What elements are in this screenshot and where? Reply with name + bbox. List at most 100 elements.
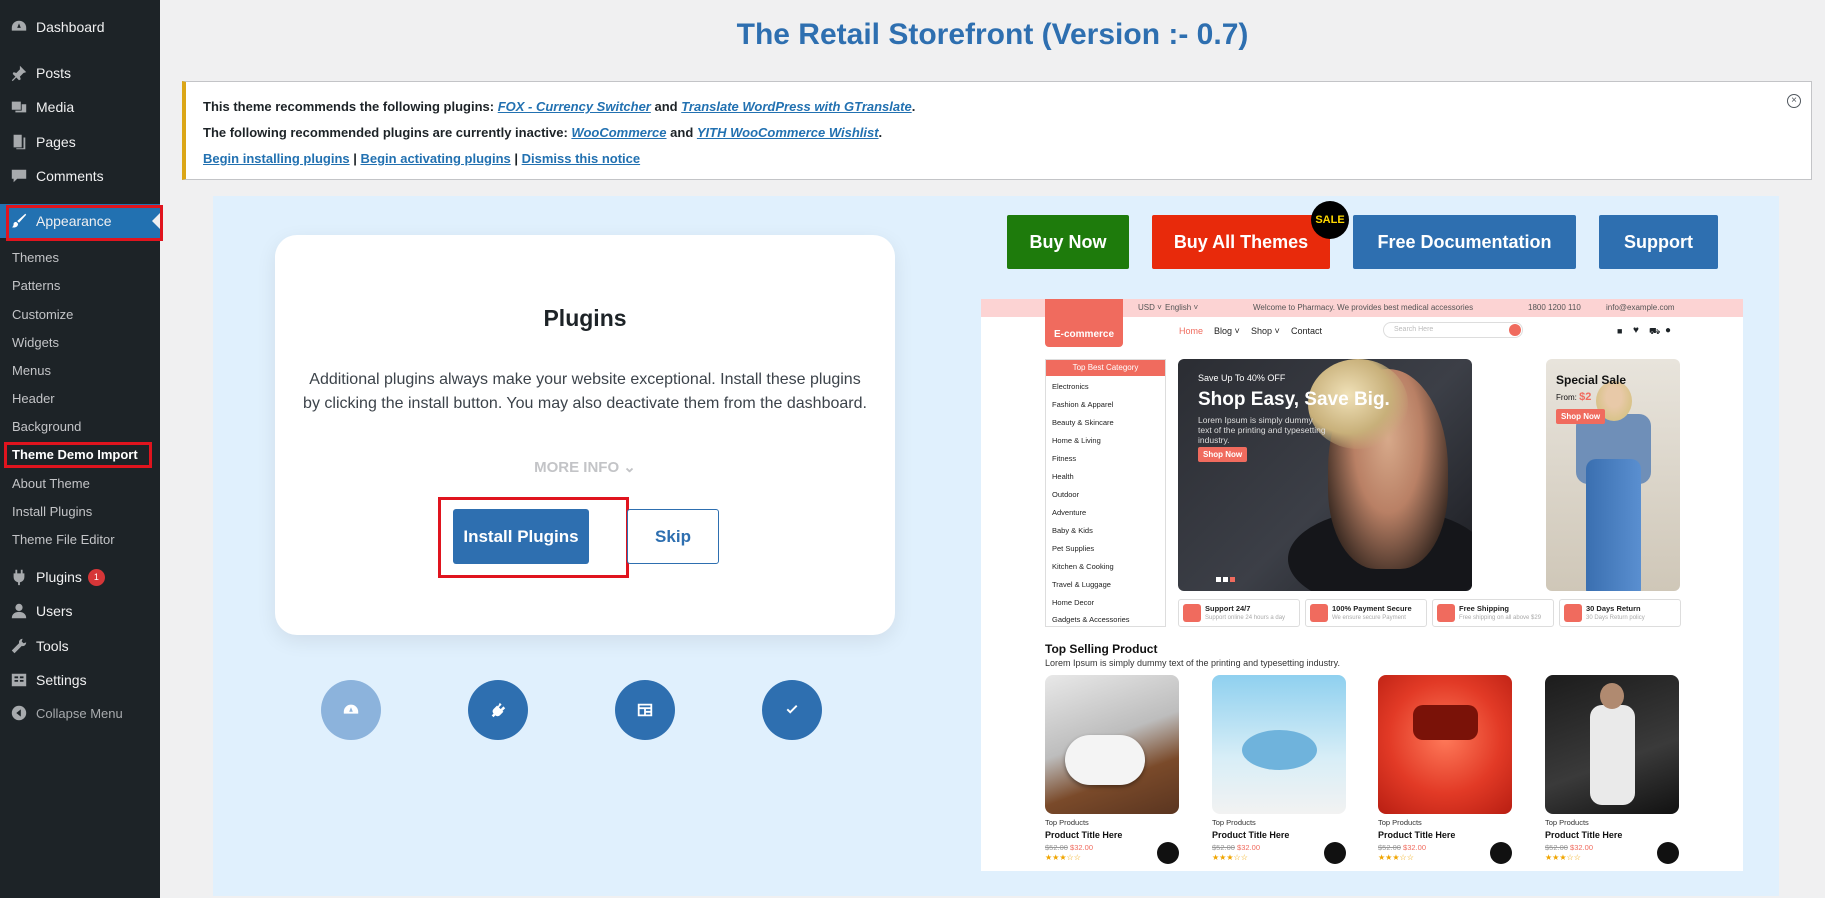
- free-documentation-button[interactable]: Free Documentation: [1353, 215, 1576, 269]
- preview-feature-subtitle: Support online 24 hours a day: [1205, 615, 1286, 621]
- step-done[interactable]: [762, 680, 822, 740]
- plugins-card: Plugins Additional plugins always make y…: [275, 235, 895, 635]
- preview-feature: 30 Days Return 30 Days Return policy: [1559, 599, 1681, 627]
- pages-icon: [9, 132, 29, 152]
- theme-preview: USD ˅ English ˅ Welcome to Pharmacy. We …: [981, 299, 1743, 871]
- menu-label: Posts: [36, 65, 72, 81]
- support-button[interactable]: Support: [1599, 215, 1718, 269]
- submenu-widgets[interactable]: Widgets: [12, 333, 59, 353]
- yith-wishlist-link[interactable]: YITH WooCommerce Wishlist: [697, 125, 879, 140]
- pin-icon: [9, 63, 29, 83]
- notice-text: .: [878, 125, 883, 140]
- preview-product-old-price: $52.00: [1212, 843, 1235, 852]
- card-title: Plugins: [543, 305, 627, 331]
- separator: |: [349, 151, 361, 166]
- preview-product-category: Top Products: [1545, 818, 1589, 827]
- preview-feature: Support 24/7 Support online 24 hours a da…: [1178, 599, 1300, 627]
- preview-category: Kitchen & Cooking: [1052, 562, 1114, 571]
- preview-hero-banner: Save Up To 40% OFF Shop Easy, Save Big. …: [1178, 359, 1472, 591]
- notice-text: This theme recommends the following plug…: [203, 99, 498, 114]
- submenu-header[interactable]: Header: [12, 389, 55, 409]
- preview-product-title: Product Title Here: [1212, 830, 1290, 840]
- preview-feature-subtitle: We ensure secure Payment: [1332, 615, 1406, 621]
- preview-nav-home: Home: [1179, 326, 1204, 336]
- step-widgets[interactable]: [615, 680, 675, 740]
- menu-settings[interactable]: Settings: [0, 663, 160, 697]
- menu-media[interactable]: Media: [0, 90, 160, 124]
- preview-product-category: Top Products: [1045, 818, 1089, 827]
- menu-posts[interactable]: Posts: [0, 56, 160, 90]
- preview-category: Home & Living: [1052, 436, 1101, 445]
- menu-dashboard[interactable]: Dashboard: [0, 10, 160, 44]
- buy-now-button[interactable]: Buy Now: [1007, 215, 1129, 269]
- submenu-patterns[interactable]: Patterns: [12, 276, 60, 296]
- menu-tools[interactable]: Tools: [0, 629, 160, 663]
- buy-all-themes-button[interactable]: Buy All Themes: [1152, 215, 1330, 269]
- fox-currency-link[interactable]: FOX - Currency Switcher: [498, 99, 651, 114]
- submenu-theme-file-editor[interactable]: Theme File Editor: [12, 530, 115, 550]
- menu-label: Pages: [36, 134, 76, 150]
- card-description: Additional plugins always make your webs…: [303, 371, 867, 412]
- notice-actions: Begin installing plugins | Begin activat…: [203, 151, 640, 166]
- highlight-theme-demo-import: [4, 442, 152, 468]
- preview-product-card: Top Products Product Title Here $52.00 $…: [1212, 675, 1346, 864]
- preview-language: English ˅: [1165, 303, 1199, 312]
- preview-product-new-price: $32.00: [1403, 843, 1426, 852]
- menu-plugins[interactable]: Plugins 1: [0, 560, 160, 594]
- preview-feature-title: Free Shipping: [1459, 604, 1510, 613]
- dismiss-notice-link[interactable]: Dismiss this notice: [522, 151, 640, 166]
- menu-users[interactable]: Users: [0, 594, 160, 628]
- submenu-themes[interactable]: Themes: [12, 248, 59, 268]
- step-plugins[interactable]: [468, 680, 528, 740]
- preview-product-title: Product Title Here: [1045, 830, 1123, 840]
- begin-activating-link[interactable]: Begin activating plugins: [361, 151, 511, 166]
- plug-icon: [489, 701, 507, 719]
- cart-icon: [1657, 842, 1679, 864]
- comment-icon: [9, 166, 29, 186]
- menu-label: Media: [36, 99, 75, 115]
- collapse-icon: [9, 703, 29, 723]
- preview-special-shop-button: Shop Now: [1556, 409, 1606, 424]
- notice-line-recommended: This theme recommends the following plug…: [203, 99, 915, 114]
- submenu-customize[interactable]: Customize: [12, 305, 73, 325]
- preview-top-selling-title: Top Selling Product: [1045, 642, 1158, 656]
- submenu-background[interactable]: Background: [12, 417, 81, 437]
- preview-heart-icon: ♥: [1633, 325, 1639, 336]
- preview-user-icon: ●: [1665, 325, 1672, 336]
- submenu-install-plugins[interactable]: Install Plugins: [12, 502, 92, 522]
- preview-hero-shop-button: Shop Now: [1198, 447, 1248, 462]
- woocommerce-link[interactable]: WooCommerce: [571, 125, 666, 140]
- menu-pages[interactable]: Pages: [0, 125, 160, 159]
- step-speedometer[interactable]: [321, 680, 381, 740]
- settings-icon: [9, 670, 29, 690]
- notice-line-inactive: The following recommended plugins are cu…: [203, 125, 882, 140]
- preview-feature: 100% Payment Secure We ensure secure Paym…: [1305, 599, 1427, 627]
- more-info-toggle[interactable]: MORE INFO ⌄: [275, 458, 895, 476]
- preview-nav-contact: Contact: [1291, 326, 1323, 336]
- plugin-notice: This theme recommends the following plug…: [182, 81, 1812, 180]
- preview-category: Pet Supplies: [1052, 544, 1095, 553]
- menu-collapse[interactable]: Collapse Menu: [0, 696, 160, 730]
- preview-category: Electronics: [1052, 382, 1089, 391]
- plug-icon: [9, 567, 29, 587]
- preview-top-selling-subtitle: Lorem Ipsum is simply dummy text of the …: [1045, 658, 1340, 668]
- preview-product-category: Top Products: [1212, 818, 1256, 827]
- install-plugins-button[interactable]: Install Plugins: [453, 509, 589, 564]
- submenu-menus[interactable]: Menus: [12, 361, 51, 381]
- preview-product-new-price: $32.00: [1237, 843, 1260, 852]
- submenu-about-theme[interactable]: About Theme: [12, 474, 90, 494]
- menu-label: Plugins: [36, 569, 82, 585]
- cart-icon: [1490, 842, 1512, 864]
- preview-cart-icon: ⛟: [1649, 326, 1661, 336]
- preview-product-title: Product Title Here: [1545, 830, 1623, 840]
- begin-installing-link[interactable]: Begin installing plugins: [203, 151, 350, 166]
- close-icon[interactable]: ×: [1787, 94, 1801, 108]
- menu-comments[interactable]: Comments: [0, 159, 160, 193]
- speedometer-icon: [342, 701, 360, 719]
- preview-search-icon: [1509, 324, 1521, 336]
- skip-button[interactable]: Skip: [627, 509, 719, 564]
- preview-special-title: Special Sale: [1556, 373, 1627, 387]
- gtranslate-link[interactable]: Translate WordPress with GTranslate: [681, 99, 911, 114]
- preview-product-title: Product Title Here: [1378, 830, 1456, 840]
- preview-search: Search Here: [1383, 322, 1523, 338]
